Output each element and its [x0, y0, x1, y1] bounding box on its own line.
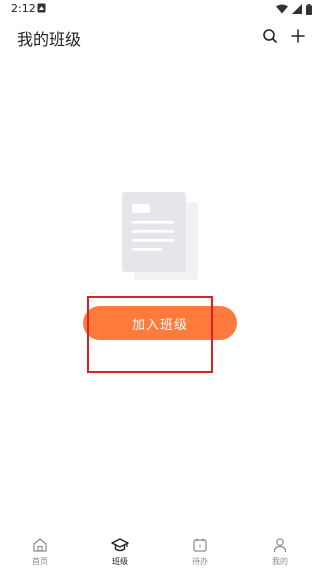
tab-bar: 首页 班级 待办 我的 [0, 530, 320, 568]
tab-class[interactable]: 班级 [80, 530, 160, 568]
graduation-cap-icon [111, 536, 129, 554]
add-button[interactable] [288, 26, 308, 46]
status-bar: 2:12 [0, 0, 320, 18]
search-icon [263, 29, 277, 43]
header: 我的班级 [0, 18, 320, 56]
search-button[interactable] [260, 26, 280, 46]
calendar-icon [191, 536, 209, 554]
tab-label: 首页 [32, 557, 48, 566]
tab-home[interactable]: 首页 [0, 530, 80, 568]
document-icon [122, 192, 198, 280]
tab-label: 我的 [272, 557, 288, 566]
page-title: 我的班级 [17, 30, 82, 49]
join-class-button[interactable]: 加入班级 [83, 306, 237, 340]
tab-mine[interactable]: 我的 [240, 530, 320, 568]
signal-icon [292, 4, 302, 14]
status-time: 2:12 [11, 2, 36, 15]
plus-icon [291, 29, 305, 43]
battery-icon [306, 3, 312, 15]
home-icon [31, 536, 49, 554]
person-icon [271, 536, 289, 554]
tab-label: 班级 [112, 557, 128, 566]
tab-label: 待办 [192, 557, 208, 566]
status-icons [276, 3, 312, 15]
wifi-icon [276, 4, 288, 14]
tab-todo[interactable]: 待办 [160, 530, 240, 568]
notification-icon [37, 3, 46, 13]
